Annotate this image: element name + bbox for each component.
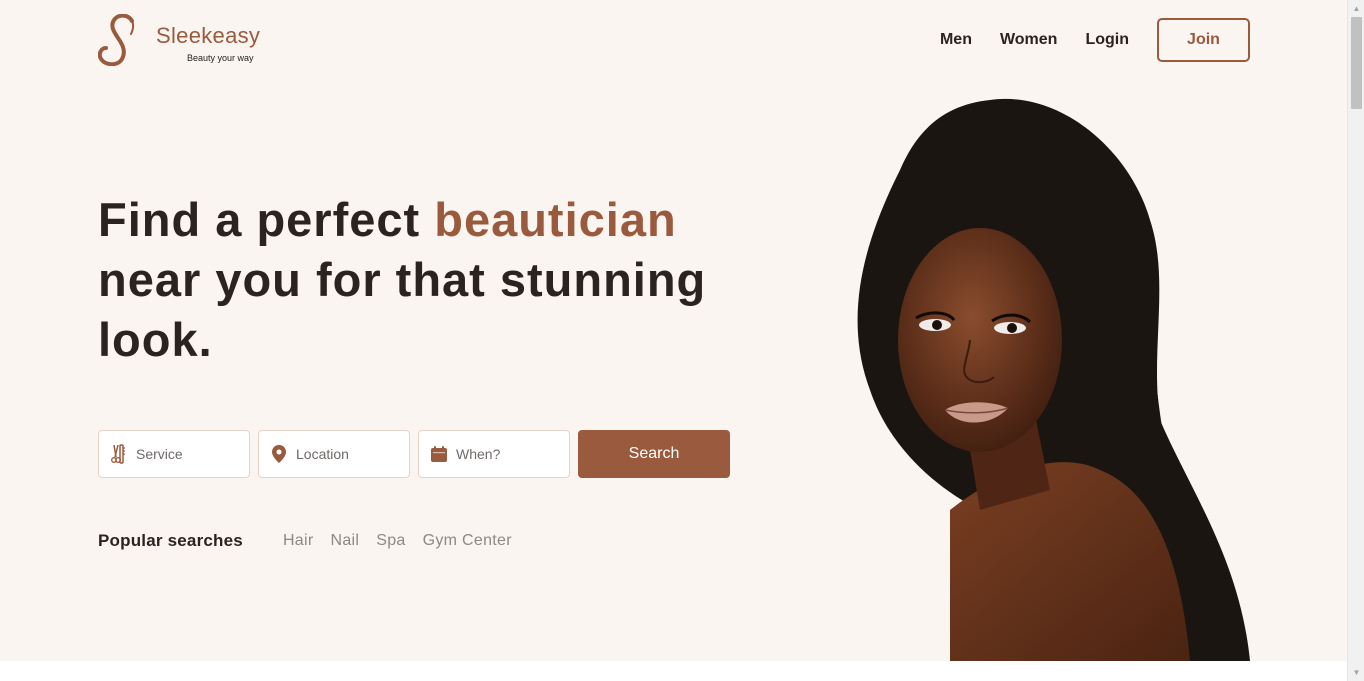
scroll-up-arrow-icon[interactable]: ▲ [1348, 0, 1364, 17]
popular-searches-label: Popular searches [98, 531, 243, 550]
headline-accent: beautician [434, 193, 677, 246]
scissors-comb-icon [110, 444, 128, 464]
scroll-down-arrow-icon[interactable]: ▼ [1348, 664, 1364, 681]
top-nav: Men Women Login Join [940, 18, 1250, 62]
location-field[interactable] [258, 430, 410, 478]
hero-model-image [857, 98, 1250, 661]
location-input[interactable] [296, 446, 396, 462]
logo-s-icon [98, 14, 135, 66]
page-scrollbar[interactable]: ▲ ▼ [1347, 0, 1364, 681]
brand-name: Sleekeasy [156, 23, 261, 48]
hero-headline: Find a perfect beautician near you for t… [98, 190, 778, 370]
map-pin-icon [270, 444, 288, 464]
nav-women-link[interactable]: Women [1000, 31, 1057, 49]
search-bar: Search [98, 430, 730, 478]
popular-searches: Popular searches Hair Nail Spa Gym Cente… [98, 531, 529, 551]
next-section-edge [0, 661, 1347, 681]
when-input[interactable] [456, 446, 556, 462]
headline-text-start: Find a perfect [98, 193, 435, 246]
join-button[interactable]: Join [1157, 18, 1250, 62]
calendar-icon [430, 444, 448, 464]
popular-tag-hair[interactable]: Hair [283, 532, 314, 550]
nav-men-link[interactable]: Men [940, 31, 972, 49]
popular-tag-nail[interactable]: Nail [330, 532, 359, 550]
logo[interactable]: Sleekeasy Beauty your way [98, 14, 260, 66]
search-button[interactable]: Search [578, 430, 730, 478]
brand-tagline: Beauty your way [187, 53, 254, 63]
scrollbar-thumb[interactable] [1351, 17, 1362, 109]
when-field[interactable] [418, 430, 570, 478]
popular-tag-gym-center[interactable]: Gym Center [423, 532, 512, 550]
popular-tag-spa[interactable]: Spa [376, 532, 405, 550]
service-input[interactable] [136, 446, 236, 462]
headline-text-end: near you for that stunning look. [98, 253, 707, 366]
service-field[interactable] [98, 430, 250, 478]
landing-page: Sleekeasy Beauty your way Men Women Logi… [0, 0, 1347, 661]
nav-login-link[interactable]: Login [1085, 31, 1129, 49]
